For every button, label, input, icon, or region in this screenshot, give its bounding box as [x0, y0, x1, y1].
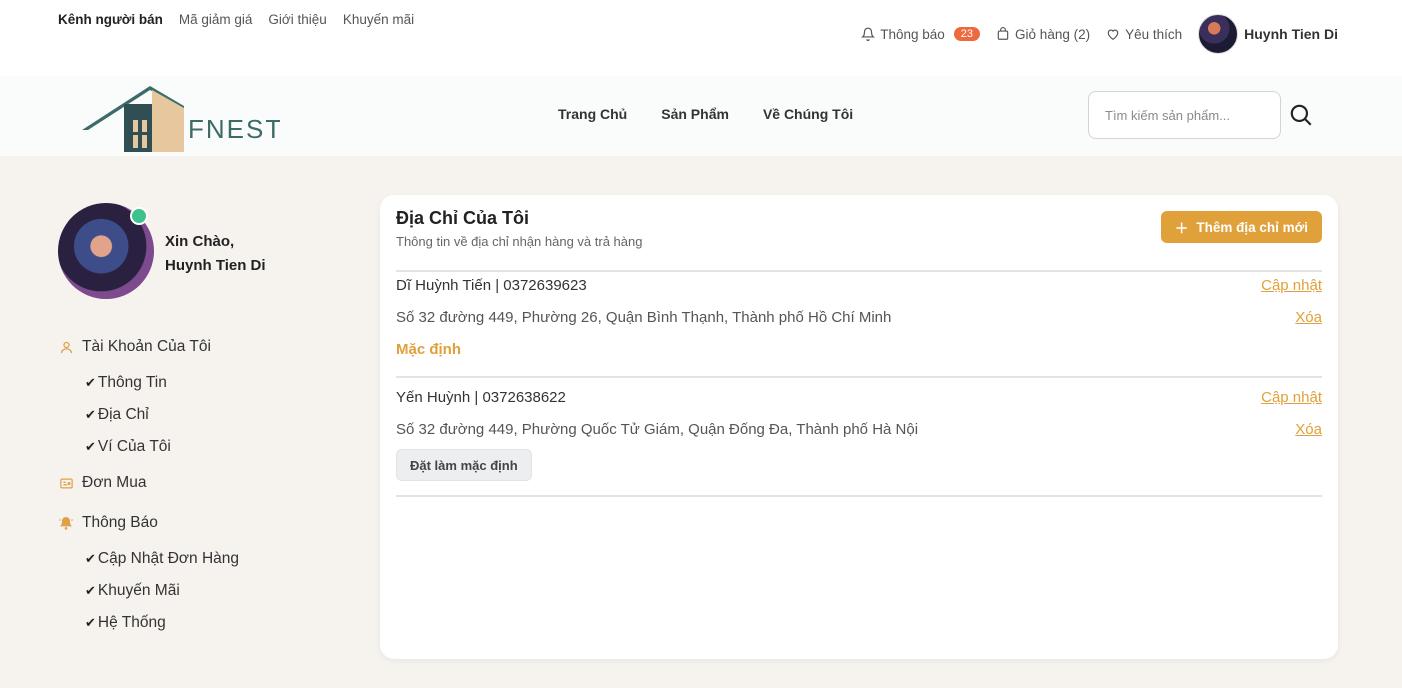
- fnest-logo[interactable]: FNEST: [80, 80, 281, 152]
- default-badge: Mặc định: [396, 341, 462, 358]
- top-left-links: Kênh người bán Mã giảm giá Giới thiệu Kh…: [58, 12, 414, 27]
- sidebar-item-label: Thông Tin: [97, 374, 167, 391]
- update-address-link[interactable]: Cập nhật: [1261, 277, 1322, 294]
- sidebar-item-label: Tài Khoản Của Tôi: [82, 338, 211, 355]
- sidebar-item-label: Khuyến Mãi: [97, 582, 180, 599]
- sidebar-item-label: Cập Nhật Đơn Hàng: [97, 550, 240, 567]
- sidebar-item-order-updates[interactable]: ✔ Cập Nhật Đơn Hàng: [85, 543, 318, 575]
- sidebar-item-label: Địa Chỉ: [97, 406, 149, 423]
- sidebar-item-system[interactable]: ✔ Hệ Thống: [85, 607, 318, 639]
- divider: [396, 495, 1322, 497]
- greeting: Xin Chào, Huynh Tien Di: [165, 230, 266, 278]
- notifications-submenu: ✔ Cập Nhật Đơn Hàng ✔ Khuyến Mãi ✔ Hệ Th…: [58, 543, 318, 639]
- check-icon: ✔: [85, 583, 96, 598]
- greeting-user-name: Huynh Tien Di: [165, 257, 266, 274]
- check-icon: ✔: [85, 375, 96, 390]
- heart-icon: [1107, 29, 1119, 40]
- sidebar-item-label: Thông Báo: [82, 514, 158, 531]
- about-link[interactable]: Giới thiệu: [268, 12, 326, 27]
- logo-text: FNEST: [188, 114, 280, 144]
- online-status-dot: [130, 207, 148, 225]
- add-address-label: Thêm địa chỉ mới: [1196, 219, 1308, 235]
- favorites-label: Yêu thích: [1125, 26, 1183, 42]
- notifications-label: Thông báo: [880, 26, 945, 42]
- address-item: Yến Huỳnh | 0372638622 Số 32 đường 449, …: [396, 389, 1322, 485]
- nav-products[interactable]: Sản Phẩm: [661, 106, 729, 122]
- divider: [396, 376, 1322, 378]
- vouchers-link[interactable]: Mã giảm giá: [179, 12, 253, 27]
- bell-icon: [861, 27, 876, 41]
- top-bar: Kênh người bán Mã giảm giá Giới thiệu Kh…: [0, 0, 1402, 76]
- search-icon: [1290, 104, 1312, 126]
- address-line: Số 32 đường 449, Phường 26, Quận Bình Th…: [396, 309, 892, 326]
- bell-icon: [58, 515, 74, 531]
- sidebar-item-info[interactable]: ✔ Thông Tin: [85, 367, 318, 399]
- account-submenu: ✔ Thông Tin ✔ Địa Chỉ ✔ Ví Của Tôi: [58, 367, 318, 463]
- address-name-phone: Yến Huỳnh | 0372638622: [396, 389, 566, 406]
- user-avatar: [1198, 14, 1239, 54]
- user-menu[interactable]: Huynh Tien Di: [1198, 14, 1338, 54]
- delete-address-link[interactable]: Xóa: [1295, 309, 1322, 326]
- check-icon: ✔: [85, 551, 96, 566]
- sidebar-item-promotions[interactable]: ✔ Khuyến Mãi: [85, 575, 318, 607]
- nav-home[interactable]: Trang Chủ: [558, 106, 627, 122]
- page-title: Địa Chỉ Của Tôi: [396, 208, 530, 228]
- add-address-button[interactable]: ＋ Thêm địa chỉ mới: [1160, 211, 1322, 243]
- sidebar-item-address[interactable]: ✔ Địa Chỉ: [85, 399, 318, 431]
- sidebar-item-label: Đơn Mua: [82, 474, 147, 491]
- set-default-button[interactable]: Đặt làm mặc định: [396, 449, 532, 481]
- sidebar-item-account[interactable]: Tài Khoản Của Tôi: [58, 327, 318, 367]
- divider: [396, 270, 1322, 272]
- address-item: Dĩ Huỳnh Tiến | 0372639623 Số 32 đường 4…: [396, 277, 1322, 367]
- notifications-link[interactable]: Thông báo 23: [861, 26, 981, 42]
- sidebar-item-notifications[interactable]: Thông Báo: [58, 503, 318, 543]
- sidebar-item-label: Ví Của Tôi: [97, 438, 171, 455]
- seller-channel-link[interactable]: Kênh người bán: [58, 12, 163, 27]
- notifications-count-badge: 23: [953, 27, 981, 41]
- user-icon: [58, 339, 74, 355]
- top-right-links: Thông báo 23 Giỏ hàng (2) Yêu thích Huyn…: [861, 14, 1338, 54]
- check-icon: ✔: [85, 407, 96, 422]
- address-line: Số 32 đường 449, Phường Quốc Tử Giám, Qu…: [396, 421, 919, 438]
- user-name: Huynh Tien Di: [1244, 26, 1338, 42]
- greeting-line: Xin Chào,: [165, 233, 235, 250]
- page-subtitle: Thông tin về địa chỉ nhận hàng và trả hà…: [396, 234, 643, 249]
- cart-label: Giỏ hàng (2): [1015, 26, 1091, 42]
- nav-about[interactable]: Về Chúng Tôi: [763, 106, 853, 122]
- search-input[interactable]: [1088, 91, 1281, 139]
- address-name-phone: Dĩ Huỳnh Tiến | 0372639623: [396, 277, 587, 294]
- update-address-link[interactable]: Cập nhật: [1261, 389, 1322, 406]
- main-header: FNEST Trang Chủ Sản Phẩm Về Chúng Tôi: [0, 76, 1402, 156]
- favorites-link[interactable]: Yêu thích: [1106, 27, 1182, 42]
- promotions-link[interactable]: Khuyến mãi: [343, 12, 414, 27]
- address-card: Địa Chỉ Của Tôi Thông tin về địa chỉ nhậ…: [380, 195, 1338, 659]
- shopping-bag-icon: [997, 27, 1009, 40]
- cart-link[interactable]: Giỏ hàng (2): [996, 27, 1090, 42]
- receipt-icon: [58, 475, 74, 491]
- search-button[interactable]: [1288, 102, 1314, 128]
- plus-icon: ＋: [1174, 221, 1189, 236]
- sidebar-item-label: Hệ Thống: [97, 614, 166, 631]
- main-nav: Trang Chủ Sản Phẩm Về Chúng Tôi: [558, 106, 853, 122]
- sidebar-item-orders[interactable]: Đơn Mua: [58, 463, 318, 503]
- delete-address-link[interactable]: Xóa: [1295, 421, 1322, 438]
- sidebar-menu: Tài Khoản Của Tôi ✔ Thông Tin ✔ Địa Chỉ …: [58, 327, 318, 639]
- check-icon: ✔: [85, 439, 96, 454]
- sidebar-item-wallet[interactable]: ✔ Ví Của Tôi: [85, 431, 318, 463]
- check-icon: ✔: [85, 615, 96, 630]
